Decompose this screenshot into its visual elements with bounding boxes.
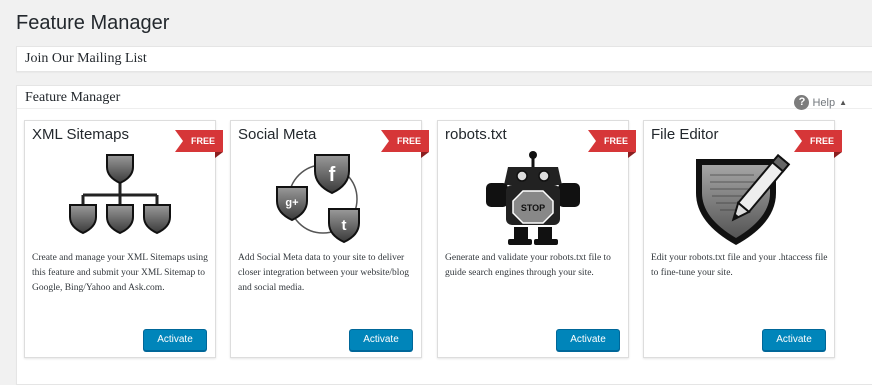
card-title: robots.txt (445, 126, 507, 143)
feature-manager-panel-title: Feature Manager (17, 86, 872, 109)
activate-button[interactable]: Activate (762, 329, 826, 351)
caret-up-icon: ▲ (839, 98, 847, 107)
card-title: File Editor (651, 126, 719, 143)
card-description: Create and manage your XML Sitemaps usin… (32, 253, 208, 293)
card-description: Edit your robots.txt file and your .htac… (651, 253, 828, 278)
social-shields-icon: f g+ t (231, 149, 421, 249)
help-label: Help (812, 96, 836, 109)
svg-text:t: t (342, 217, 347, 234)
feature-card-robots-txt: robots.txt FREE STOP Generate and valida… (437, 120, 636, 358)
activate-button[interactable]: Activate (349, 329, 413, 351)
stop-sign-text: STOP (521, 203, 545, 213)
card-title: Social Meta (238, 126, 317, 143)
sitemap-hierarchy-icon (25, 149, 215, 249)
shield-pencil-icon (644, 149, 834, 249)
help-toggle[interactable]: ? Help ▲ (794, 95, 847, 110)
card-description: Generate and validate your robots.txt fi… (445, 253, 611, 278)
card-description: Add Social Meta data to your site to del… (238, 253, 409, 293)
svg-text:f: f (329, 164, 336, 186)
activate-button[interactable]: Activate (143, 329, 207, 351)
feature-card-xml-sitemaps: XML Sitemaps FREE Create and manage your… (24, 120, 223, 358)
activate-button[interactable]: Activate (556, 329, 620, 351)
robot-stop-icon: STOP (438, 149, 628, 249)
mailing-list-panel[interactable]: Join Our Mailing List (16, 46, 872, 72)
card-title: XML Sitemaps (32, 126, 129, 143)
svg-text:g+: g+ (285, 197, 298, 209)
help-icon: ? (794, 95, 810, 110)
mailing-list-title: Join Our Mailing List (25, 51, 147, 66)
feature-card-file-editor: File Editor FREE Edit your robots.txt fi… (643, 120, 842, 358)
feature-card-social-meta: Social Meta FREE f g+ t Add Social Meta … (230, 120, 429, 358)
page-title: Feature Manager (16, 12, 170, 34)
